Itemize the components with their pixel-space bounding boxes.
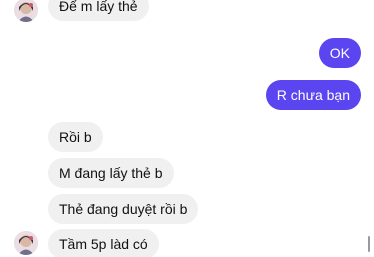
scrollbar[interactable] [368,236,370,252]
outgoing-message[interactable]: R chưa bạn [265,80,361,110]
contact-avatar-icon[interactable] [14,231,38,255]
message-text: Tầm 5p làd có [59,236,148,252]
incoming-message[interactable]: Tầm 5p làd có [48,229,159,257]
message-text: R chưa bạn [276,87,350,103]
chat-thread: Để m lấy thẻ OK R chưa bạn Rồi b M đang … [0,0,374,257]
message-text: Thẻ đang duyệt rồi b [59,201,188,217]
message-text: M đang lấy thẻ b [59,165,163,181]
message-text: Để m lấy thẻ [59,0,138,14]
incoming-message[interactable]: M đang lấy thẻ b [48,158,174,188]
contact-avatar-icon[interactable] [14,0,38,22]
outgoing-message[interactable]: OK [318,38,361,68]
incoming-message[interactable]: Rồi b [48,122,103,152]
message-text: Rồi b [59,129,92,145]
incoming-message[interactable]: Để m lấy thẻ [48,0,149,21]
incoming-message[interactable]: Thẻ đang duyệt rồi b [48,194,199,224]
message-text: OK [329,45,350,61]
